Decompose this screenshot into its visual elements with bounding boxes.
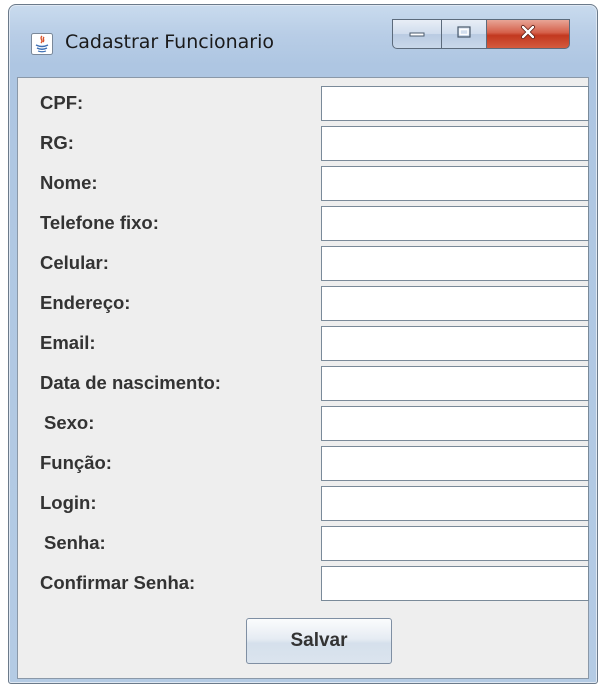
telefone-fixo-label: Telefone fixo: [40, 212, 159, 233]
email-label: Email: [40, 332, 96, 353]
nome-label: Nome: [40, 172, 98, 193]
senha-field[interactable] [321, 526, 589, 561]
funcao-label: Função: [40, 452, 112, 473]
nome-field[interactable] [321, 166, 589, 201]
data-nascimento-row: Data de nascimento: [18, 362, 589, 402]
data-nascimento-field[interactable] [321, 366, 589, 401]
endereco-field[interactable] [321, 286, 589, 321]
form-panel: CPF: RG: Nome: Telefone fixo: Celular: E… [17, 77, 589, 679]
email-row: Email: [18, 322, 589, 362]
funcao-field[interactable] [321, 446, 589, 481]
celular-row: Celular: [18, 242, 589, 282]
celular-label: Celular: [40, 252, 109, 273]
minimize-icon [408, 25, 426, 43]
celular-field[interactable] [321, 246, 589, 281]
close-button[interactable] [486, 19, 570, 49]
rg-field[interactable] [321, 126, 589, 161]
confirmar-senha-row: Confirmar Senha: [18, 562, 589, 602]
telefone-fixo-row: Telefone fixo: [18, 202, 589, 242]
login-field[interactable] [321, 486, 589, 521]
login-row: Login: [18, 482, 589, 522]
endereco-label: Endereço: [40, 292, 131, 313]
email-field[interactable] [321, 326, 589, 361]
data-nascimento-label: Data de nascimento: [40, 372, 221, 393]
rg-row: RG: [18, 122, 589, 162]
maximize-icon [456, 25, 472, 44]
sexo-label: Sexo: [44, 412, 95, 433]
confirmar-senha-field[interactable] [321, 566, 589, 601]
endereco-row: Endereço: [18, 282, 589, 322]
cpf-label: CPF: [40, 92, 84, 113]
minimize-button[interactable] [392, 19, 442, 49]
app-window: Cadastrar Funcionario CPF: RG: Nome: Tel… [8, 4, 598, 684]
cpf-row: CPF: [18, 82, 589, 122]
rg-label: RG: [40, 132, 74, 153]
save-button[interactable]: Salvar [246, 618, 392, 664]
login-label: Login: [40, 492, 97, 513]
title-bar[interactable]: Cadastrar Funcionario [9, 5, 597, 75]
senha-label: Senha: [44, 532, 106, 553]
telefone-fixo-field[interactable] [321, 206, 589, 241]
cpf-field[interactable] [321, 86, 589, 121]
nome-row: Nome: [18, 162, 589, 202]
confirmar-senha-label: Confirmar Senha: [40, 572, 196, 593]
senha-row: Senha: [18, 522, 589, 562]
maximize-button[interactable] [441, 19, 487, 49]
java-icon[interactable] [31, 33, 53, 55]
funcao-row: Função: [18, 442, 589, 482]
sexo-row: Sexo: [18, 402, 589, 442]
close-icon [519, 24, 537, 45]
window-title: Cadastrar Funcionario [65, 31, 274, 53]
sexo-field[interactable] [321, 406, 589, 441]
